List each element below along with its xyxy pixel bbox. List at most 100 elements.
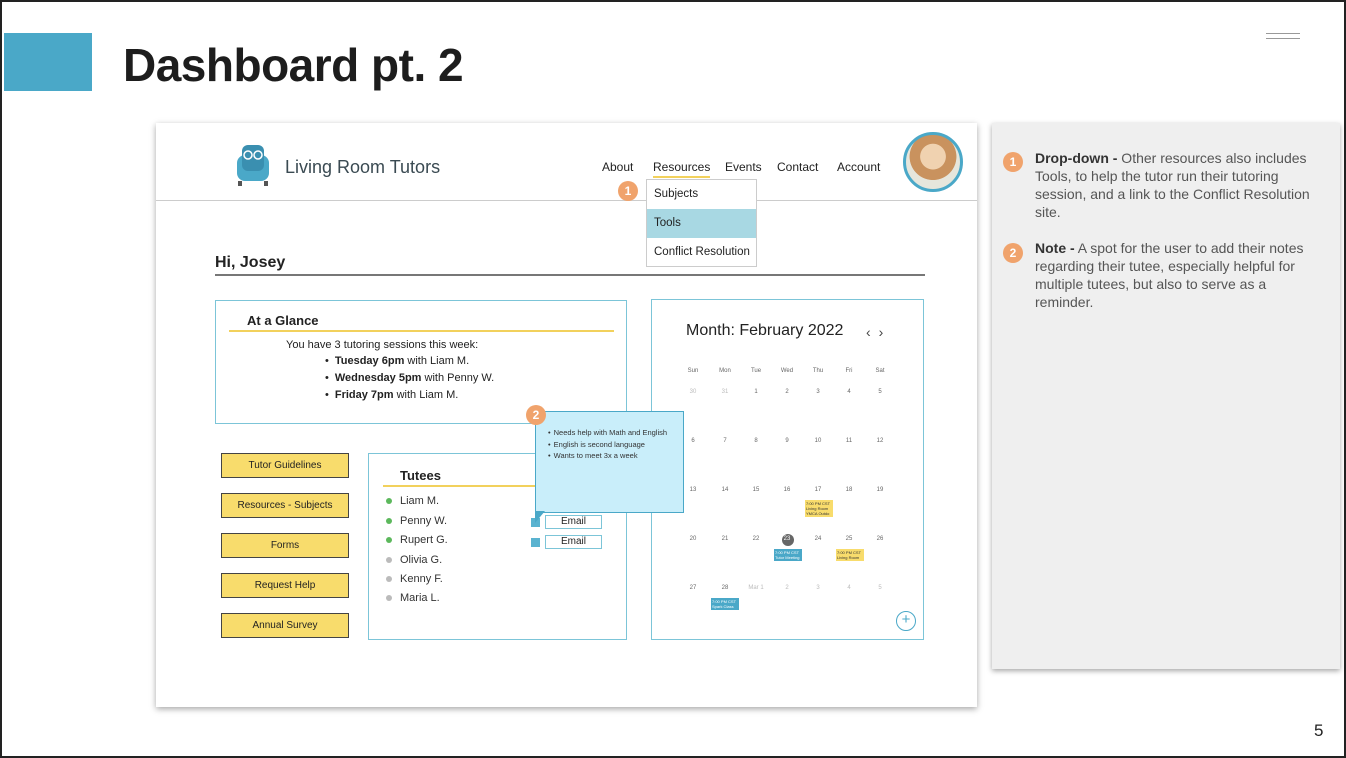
calendar-day[interactable]: 2 xyxy=(777,585,797,591)
email-button[interactable]: Email xyxy=(545,515,602,529)
note-popup-tail xyxy=(535,511,545,523)
prev-month-icon[interactable]: ‹ xyxy=(866,324,879,340)
weekday-label: Thu xyxy=(812,368,824,374)
tutee-item[interactable]: Penny W. xyxy=(386,515,447,527)
calendar-event[interactable]: 7:00 PM CST Spark Class xyxy=(711,598,739,610)
annual-survey-button[interactable]: Annual Survey xyxy=(221,613,349,638)
tutee-item[interactable]: Kenny F. xyxy=(386,573,443,585)
calendar-day[interactable]: 5 xyxy=(870,389,890,395)
calendar-day[interactable]: 15 xyxy=(746,487,766,493)
calendar-day[interactable]: 28 xyxy=(715,585,735,591)
session-item: Tuesday 6pm with Liam M. xyxy=(325,355,494,372)
glance-intro: You have 3 tutoring sessions this week: xyxy=(286,339,479,351)
calendar-day[interactable]: 4 xyxy=(839,389,859,395)
calendar-day[interactable]: 23 xyxy=(777,536,797,542)
calendar-nav: ‹› xyxy=(866,324,891,340)
calendar-day[interactable]: 1 xyxy=(746,389,766,395)
tutee-item[interactable]: Olivia G. xyxy=(386,554,442,566)
weekday-label: Sat xyxy=(875,368,885,374)
calendar-day[interactable]: 16 xyxy=(777,487,797,493)
at-a-glance-card: At a Glance You have 3 tutoring sessions… xyxy=(215,300,627,424)
nav-about[interactable]: About xyxy=(602,160,633,174)
calendar-day[interactable]: 18 xyxy=(839,487,859,493)
calendar-day[interactable]: 8 xyxy=(746,438,766,444)
calendar-day[interactable]: 20 xyxy=(683,536,703,542)
calendar-day[interactable]: 4 xyxy=(839,585,859,591)
tutee-item[interactable]: Liam M. xyxy=(386,495,439,507)
menu-icon[interactable] xyxy=(1266,33,1300,45)
session-item: Wednesday 5pm with Penny W. xyxy=(325,372,494,389)
calendar-day[interactable]: 3 xyxy=(808,389,828,395)
calendar-day[interactable]: 27 xyxy=(683,585,703,591)
calendar-day[interactable]: 6 xyxy=(683,438,703,444)
tutees-title: Tutees xyxy=(400,468,441,483)
glance-title: At a Glance xyxy=(247,313,319,328)
calendar-title: Month: February 2022 xyxy=(686,322,844,339)
note-line: English is second language xyxy=(554,439,675,451)
calendar-day[interactable]: 13 xyxy=(683,487,703,493)
calendar-day[interactable]: 3 xyxy=(808,585,828,591)
note-item-dropdown: Drop-down - Other resources also include… xyxy=(1035,150,1310,220)
tutor-guidelines-button[interactable]: Tutor Guidelines xyxy=(221,453,349,478)
calendar-day[interactable]: 30 xyxy=(683,389,703,395)
calendar-day[interactable]: 12 xyxy=(870,438,890,444)
weekday-label: Tue xyxy=(750,368,762,374)
calendar-day[interactable]: 25 xyxy=(839,536,859,542)
slide-title: Dashboard pt. 2 xyxy=(123,39,464,91)
calendar-day[interactable]: 24 xyxy=(808,536,828,542)
note-line: Wants to meet 3x a week xyxy=(554,450,675,462)
calendar-day[interactable]: 9 xyxy=(777,438,797,444)
session-item: Friday 7pm with Liam M. xyxy=(325,389,494,406)
nav-account[interactable]: Account xyxy=(837,160,880,174)
weekday-label: Sun xyxy=(687,368,699,374)
next-month-icon[interactable]: › xyxy=(879,324,892,340)
app-header: Living Room Tutors About Resources Event… xyxy=(156,123,977,201)
calendar-day[interactable]: Mar 1 xyxy=(746,585,766,591)
request-help-button[interactable]: Request Help xyxy=(221,573,349,598)
calendar-event[interactable]: 7:00 PM CST Living Room YMCA Outdo xyxy=(805,500,833,517)
tutee-item[interactable]: Maria L. xyxy=(386,592,440,604)
calendar-day[interactable]: 11 xyxy=(839,438,859,444)
calendar-day[interactable]: 31 xyxy=(715,389,735,395)
weekday-label: Wed xyxy=(780,368,794,374)
page-number: 5 xyxy=(1314,721,1324,740)
nav-resources[interactable]: Resources xyxy=(653,160,711,178)
email-button[interactable]: Email xyxy=(545,535,602,549)
calendar-day[interactable]: 21 xyxy=(715,536,735,542)
annotation-badge-2: 2 xyxy=(1003,243,1023,263)
accent-bar xyxy=(4,33,92,91)
tutee-note-popup: Needs help with Math and English English… xyxy=(535,411,684,513)
slide: Dashboard pt. 2 5 Living Room Tutors Abo… xyxy=(0,0,1346,758)
calendar-event[interactable]: 7:00 PM CST Living Room xyxy=(836,549,864,561)
resources-subjects-button[interactable]: Resources - Subjects xyxy=(221,493,349,518)
nav-events[interactable]: Events xyxy=(725,160,762,174)
calendar-day[interactable]: 2 xyxy=(777,389,797,395)
calendar-card: Month: February 2022 ‹› 7:00 PM CST Livi… xyxy=(651,299,924,640)
dropdown-item-subjects[interactable]: Subjects xyxy=(647,180,756,209)
add-event-button[interactable]: + xyxy=(896,611,916,631)
calendar-day[interactable]: 7 xyxy=(715,438,735,444)
dashboard-mockup: Living Room Tutors About Resources Event… xyxy=(156,123,977,707)
calendar-day[interactable]: 22 xyxy=(746,536,766,542)
calendar-day[interactable]: 26 xyxy=(870,536,890,542)
calendar-day[interactable]: 17 xyxy=(808,487,828,493)
dropdown-item-conflict-resolution[interactable]: Conflict Resolution xyxy=(647,238,756,267)
tutees-underline xyxy=(383,485,541,487)
notes-panel: 1 Drop-down - Other resources also inclu… xyxy=(992,123,1340,669)
forms-button[interactable]: Forms xyxy=(221,533,349,558)
brand-name[interactable]: Living Room Tutors xyxy=(285,157,440,178)
nav-contact[interactable]: Contact xyxy=(777,160,818,174)
note-line: Needs help with Math and English xyxy=(554,427,675,439)
weekday-label: Mon xyxy=(719,368,731,374)
greeting: Hi, Josey xyxy=(215,254,286,271)
tutee-item[interactable]: Rupert G. xyxy=(386,534,448,546)
calendar-event[interactable]: 7:00 PM CST Tutor Meeting xyxy=(774,549,802,561)
calendar-day[interactable]: 14 xyxy=(715,487,735,493)
avatar[interactable] xyxy=(903,132,963,192)
calendar-day[interactable]: 19 xyxy=(870,487,890,493)
weekday-label: Fri xyxy=(845,368,853,374)
note-icon[interactable] xyxy=(531,538,540,547)
calendar-day[interactable]: 10 xyxy=(808,438,828,444)
calendar-day[interactable]: 5 xyxy=(870,585,890,591)
dropdown-item-tools[interactable]: Tools xyxy=(647,209,756,238)
